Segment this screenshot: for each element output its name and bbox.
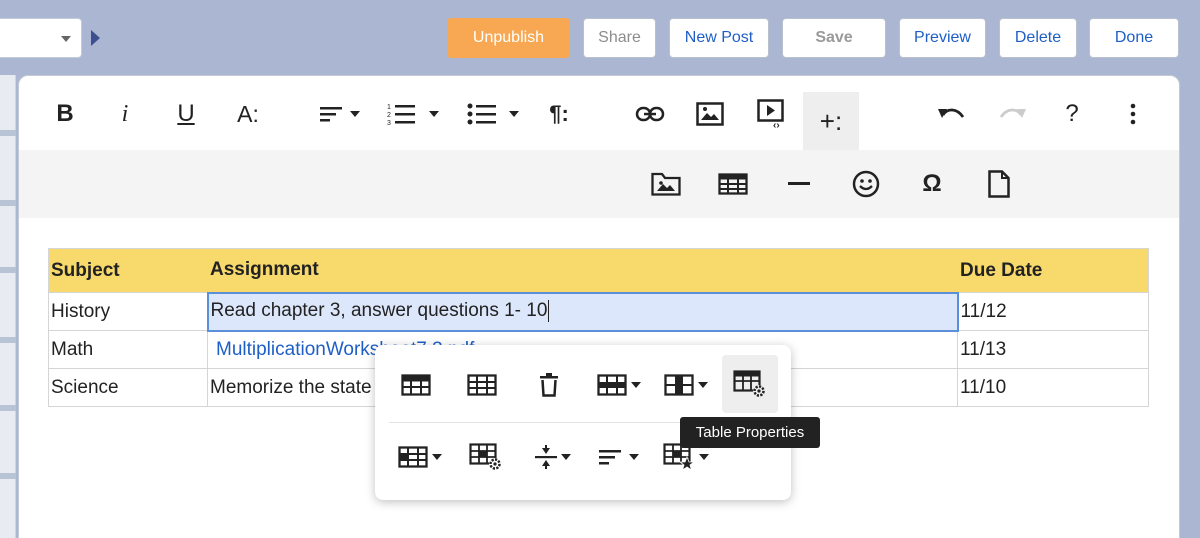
table-cell-properties-button[interactable] xyxy=(460,433,512,481)
bullet-list-icon xyxy=(467,103,496,125)
ordered-list-button[interactable]: 123 xyxy=(383,94,443,134)
cell-properties-icon xyxy=(469,443,501,470)
table-header-row: Subject Assignment Due Date xyxy=(48,248,1149,293)
table-header-cell[interactable]: Due Date xyxy=(957,248,1149,293)
insert-horizontal-line-button[interactable] xyxy=(777,164,821,204)
main-toolbar: B i U A: 123 ¶: ‹› +: ? xyxy=(19,76,1179,150)
bold-button[interactable]: B xyxy=(45,94,85,134)
table-header-cell[interactable]: Assignment xyxy=(207,248,958,293)
insert-link-button[interactable] xyxy=(628,94,672,134)
expand-arrow-icon[interactable] xyxy=(91,30,100,46)
preview-button[interactable]: Preview xyxy=(899,18,986,58)
table-row: History Read chapter 3, answer questions… xyxy=(48,291,1149,332)
chevron-down-icon xyxy=(432,454,442,460)
redo-icon xyxy=(999,108,1026,118)
image-icon xyxy=(696,102,724,126)
align-left-icon xyxy=(320,107,342,122)
table-columns-icon xyxy=(664,374,694,396)
text-cursor xyxy=(548,300,550,323)
done-button[interactable]: Done xyxy=(1089,18,1179,58)
insert-video-button[interactable]: ‹› xyxy=(750,94,794,134)
smiley-icon xyxy=(852,170,880,198)
table-cell[interactable]: Math xyxy=(48,330,208,369)
vertical-dots-icon xyxy=(1130,103,1136,125)
left-sidebar-strip xyxy=(0,75,16,538)
undo-button[interactable] xyxy=(929,94,973,134)
paragraph-format-button[interactable]: ¶: xyxy=(537,94,581,134)
chevron-down-icon xyxy=(429,111,439,117)
vertical-align-button[interactable] xyxy=(525,433,581,481)
insert-table-button[interactable] xyxy=(711,164,755,204)
table-cell[interactable]: 11/13 xyxy=(957,330,1149,369)
chevron-down-icon xyxy=(698,382,708,388)
new-post-button[interactable]: New Post xyxy=(669,18,769,58)
align-left-icon xyxy=(599,450,621,465)
svg-text:1: 1 xyxy=(387,104,391,111)
chevron-down-icon xyxy=(631,382,641,388)
remove-table-button[interactable] xyxy=(523,361,575,409)
save-button[interactable]: Save xyxy=(782,18,886,58)
post-select-dropdown[interactable] xyxy=(0,18,82,58)
vertical-align-icon xyxy=(535,445,557,469)
insert-file-image-button[interactable] xyxy=(644,164,688,204)
italic-button[interactable]: i xyxy=(105,94,145,134)
insert-emoticon-button[interactable] xyxy=(844,164,888,204)
underline-button[interactable]: U xyxy=(166,94,206,134)
svg-text:2: 2 xyxy=(387,112,391,119)
table-header-cell[interactable]: Subject xyxy=(48,248,208,293)
unordered-list-button[interactable] xyxy=(462,94,524,134)
table-rows-button[interactable] xyxy=(589,361,649,409)
table-cell-selected[interactable]: Read chapter 3, answer questions 1- 10 xyxy=(206,291,959,332)
table-footer-button[interactable] xyxy=(456,361,508,409)
svg-text:3: 3 xyxy=(387,120,391,126)
insert-file-button[interactable] xyxy=(977,164,1021,204)
folder-image-icon xyxy=(651,172,681,196)
insert-subtoolbar: Ω xyxy=(19,150,1179,218)
font-size-button[interactable]: A: xyxy=(226,94,270,134)
more-options-button[interactable] xyxy=(1113,94,1153,134)
more-insert-button[interactable]: +: xyxy=(803,92,859,150)
special-characters-button[interactable]: Ω xyxy=(910,164,954,204)
undo-icon xyxy=(938,108,965,118)
file-icon xyxy=(988,170,1010,198)
table-header-button[interactable] xyxy=(390,361,442,409)
chevron-down-icon xyxy=(509,111,519,117)
insert-image-button[interactable] xyxy=(688,94,732,134)
redo-button[interactable] xyxy=(991,94,1035,134)
chevron-down-icon xyxy=(350,111,360,117)
table-cell[interactable]: 11/10 xyxy=(957,368,1149,407)
table-icon xyxy=(718,173,748,195)
table-cell-icon xyxy=(398,446,428,468)
table-properties-tooltip: Table Properties xyxy=(680,417,820,448)
unpublish-button[interactable]: Unpublish xyxy=(447,18,570,58)
chevron-down-icon xyxy=(629,454,639,460)
link-icon xyxy=(635,106,665,122)
svg-text:‹›: ‹› xyxy=(773,120,780,129)
table-properties-icon xyxy=(733,370,765,397)
table-properties-button[interactable] xyxy=(722,355,778,413)
table-cell[interactable]: 11/12 xyxy=(957,292,1149,331)
help-button[interactable]: ? xyxy=(1052,94,1092,134)
chevron-down-icon xyxy=(61,36,71,42)
table-columns-button[interactable] xyxy=(656,361,716,409)
table-cell-button[interactable] xyxy=(390,433,450,481)
table-rows-icon xyxy=(597,374,627,396)
table-cell[interactable]: Science xyxy=(48,368,208,407)
table-cell[interactable]: History xyxy=(48,292,208,331)
horizontal-align-button[interactable] xyxy=(591,433,647,481)
ordered-list-icon: 123 xyxy=(387,104,415,126)
table-header-icon xyxy=(401,374,431,396)
table-cell-text: Read chapter 3, answer questions 1- 10 xyxy=(210,300,548,322)
table-footer-icon xyxy=(467,374,497,396)
chevron-down-icon xyxy=(561,454,571,460)
share-button[interactable]: Share xyxy=(583,18,656,58)
video-icon: ‹› xyxy=(757,99,784,129)
delete-button[interactable]: Delete xyxy=(999,18,1077,58)
trash-icon xyxy=(540,373,558,397)
chevron-down-icon xyxy=(699,454,709,460)
align-button[interactable] xyxy=(315,94,365,134)
horizontal-line-icon xyxy=(788,182,810,185)
